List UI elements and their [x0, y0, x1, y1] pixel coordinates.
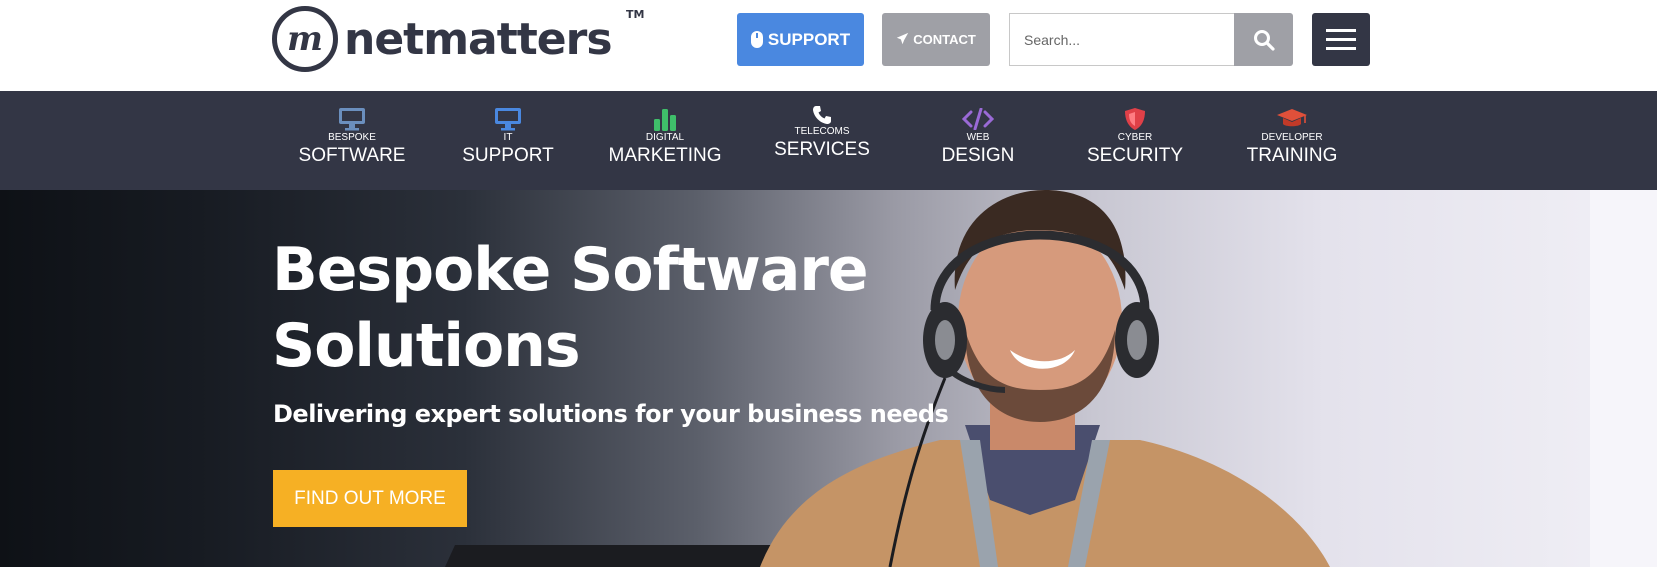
search-icon	[1253, 29, 1275, 51]
logo-mark-icon: m	[272, 6, 338, 72]
nav-item-label: SERVICES	[774, 139, 870, 160]
search-input[interactable]	[1009, 13, 1234, 66]
nav-item-web-design[interactable]: WEB DESIGN	[908, 91, 1048, 190]
hamburger-line	[1326, 29, 1356, 32]
hero-subtitle: Delivering expert solutions for your bus…	[273, 400, 949, 428]
contact-button[interactable]: CONTACT	[882, 13, 990, 66]
search-form	[1009, 13, 1293, 66]
graduation-cap-icon	[1276, 107, 1308, 131]
menu-button[interactable]	[1312, 13, 1370, 66]
nav-item-cyber-security[interactable]: CYBER SECURITY	[1065, 91, 1205, 190]
search-button[interactable]	[1234, 13, 1293, 66]
nav-item-marketing[interactable]: DIGITAL MARKETING	[595, 91, 735, 190]
contact-button-label: CONTACT	[913, 32, 976, 47]
monitor-icon	[494, 107, 522, 131]
site-header: m netmatters TM SUPPORT CONTACT	[0, 0, 1657, 91]
mouse-icon	[750, 31, 763, 48]
hamburger-line	[1326, 38, 1356, 41]
find-out-more-button[interactable]: FIND OUT MORE	[273, 470, 467, 527]
support-button[interactable]: SUPPORT	[737, 13, 864, 66]
nav-item-small-label: IT	[503, 132, 513, 143]
phone-icon	[812, 105, 832, 125]
nav-item-label: MARKETING	[608, 145, 722, 166]
nav-item-label: DESIGN	[941, 145, 1015, 166]
netmatters-logo[interactable]: m netmatters	[272, 6, 613, 72]
nav-item-label: SECURITY	[1086, 145, 1184, 166]
nav-item-small-label: DEVELOPER	[1261, 132, 1323, 143]
nav-item-label: SUPPORT	[462, 145, 554, 166]
logo-text: netmatters	[344, 13, 613, 65]
bar-chart-icon	[653, 107, 677, 131]
nav-item-label: TRAINING	[1246, 145, 1338, 166]
trademark-symbol: TM	[626, 8, 645, 21]
paper-plane-icon	[896, 32, 909, 48]
nav-item-telecoms[interactable]: TELECOMS SERVICES	[752, 91, 892, 190]
services-nav: BESPOKE SOFTWARE IT SUPPORT DIGITAL MARK…	[0, 91, 1657, 190]
hero-banner: Bespoke Software Solutions Delivering ex…	[0, 190, 1657, 567]
nav-item-software[interactable]: BESPOKE SOFTWARE	[282, 91, 422, 190]
hamburger-line	[1326, 47, 1356, 50]
support-button-label: SUPPORT	[767, 29, 851, 49]
nav-item-small-label: CYBER	[1117, 132, 1153, 143]
nav-item-label: SOFTWARE	[298, 145, 406, 166]
nav-item-developer-training[interactable]: DEVELOPER TRAINING	[1222, 91, 1362, 190]
code-icon	[962, 107, 994, 131]
monitor-icon	[338, 107, 366, 131]
nav-item-small-label: DIGITAL	[645, 132, 685, 143]
nav-item-small-label: TELECOMS	[794, 126, 850, 137]
nav-item-support[interactable]: IT SUPPORT	[438, 91, 578, 190]
hero-title: Bespoke Software Solutions	[272, 235, 869, 381]
nav-item-small-label: BESPOKE	[328, 132, 376, 143]
shield-icon	[1124, 107, 1146, 131]
nav-item-small-label: WEB	[966, 132, 990, 143]
